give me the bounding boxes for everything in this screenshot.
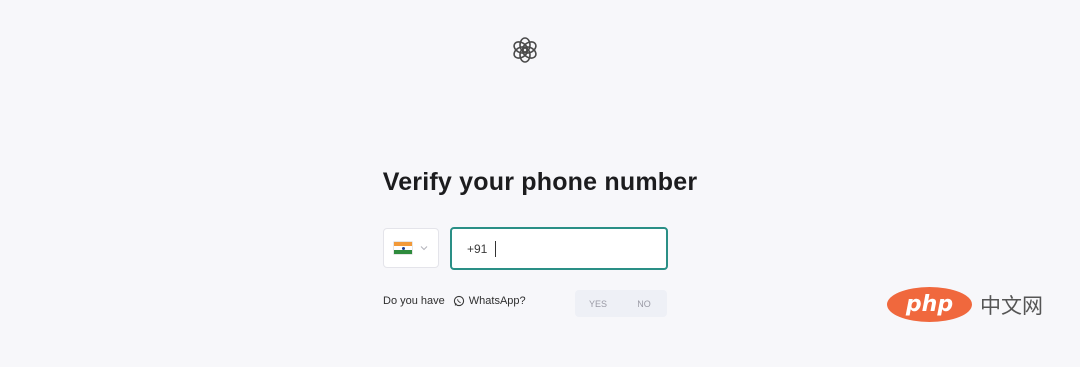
dial-code: +91 — [467, 241, 488, 256]
verify-phone-page: Verify your phone number +91 Do you have… — [0, 0, 1080, 367]
whatsapp-toggle: YES NO — [575, 290, 667, 317]
whatsapp-yes-button[interactable]: YES — [575, 290, 621, 317]
whatsapp-icon — [453, 295, 464, 307]
openai-logo-icon — [513, 37, 537, 63]
php-logo: php — [887, 287, 972, 322]
phone-number-input[interactable]: +91 — [450, 227, 668, 270]
whatsapp-no-button[interactable]: NO — [621, 290, 667, 317]
text-cursor — [495, 240, 497, 257]
watermark: php 中文网 — [887, 287, 1043, 322]
chevron-down-icon — [420, 246, 428, 251]
page-title: Verify your phone number — [382, 168, 698, 196]
watermark-text: 中文网 — [980, 293, 1043, 318]
country-code-select[interactable] — [383, 228, 439, 268]
whatsapp-question: Do you have WhatsApp? — [383, 295, 526, 307]
whatsapp-prefix: Do you have — [383, 295, 445, 307]
whatsapp-label: WhatsApp? — [468, 295, 526, 307]
india-flag-icon — [394, 242, 412, 254]
